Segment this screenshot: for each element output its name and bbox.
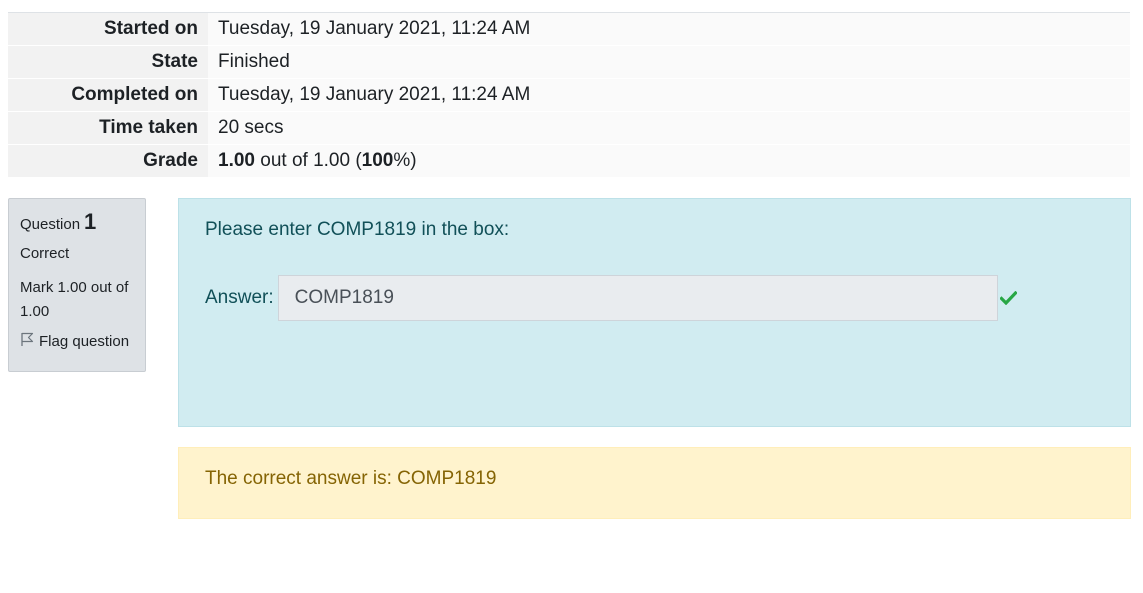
question-number-label: Question [20, 216, 81, 233]
question-state: Correct [20, 245, 70, 262]
grade-score: 1.00 [218, 150, 255, 171]
flag-question-label: Flag question [39, 333, 130, 350]
attempt-summary-table: Started on Tuesday, 19 January 2021, 11:… [8, 12, 1130, 178]
question-mark: Mark 1.00 out of 1.00 [20, 279, 129, 320]
question-number: Question 1 [20, 209, 135, 239]
question-content: Please enter COMP1819 in the box: Answer… [178, 198, 1131, 427]
summary-row-state: State Finished [8, 45, 1130, 79]
summary-row-completed: Completed on Tuesday, 19 January 2021, 1… [8, 78, 1130, 112]
summary-label: Grade [8, 144, 208, 178]
summary-row-grade: Grade 1.00 out of 1.00 (100%) [8, 144, 1130, 178]
summary-value: Finished [208, 45, 1130, 79]
summary-value: Tuesday, 19 January 2021, 11:24 AM [208, 78, 1130, 112]
summary-row-time-taken: Time taken 20 secs [8, 111, 1130, 145]
summary-value: 20 secs [208, 111, 1130, 145]
question-number-value: 1 [84, 209, 97, 234]
answer-row: Answer: [205, 275, 1018, 321]
summary-value: Tuesday, 19 January 2021, 11:24 AM [208, 12, 1130, 46]
flag-icon [20, 332, 39, 351]
flag-question-button[interactable]: Flag question [20, 332, 135, 351]
answer-label: Answer: [205, 287, 274, 308]
grade-percent: 100 [361, 150, 394, 171]
question-text: Please enter COMP1819 in the box: [205, 219, 510, 240]
summary-label: Completed on [8, 78, 208, 112]
summary-label: State [8, 45, 208, 79]
question-info-panel: Question 1 Correct Mark 1.00 out of 1.00… [8, 198, 146, 372]
correct-answer-feedback: The correct answer is: COMP1819 [178, 447, 1131, 519]
grade-value: 1.00 out of 1.00 (100%) [208, 144, 1130, 178]
grade-out-of: out of 1.00 ( [254, 150, 362, 171]
summary-label: Time taken [8, 111, 208, 145]
summary-row-started: Started on Tuesday, 19 January 2021, 11:… [8, 12, 1130, 46]
grade-percent-suffix: %) [393, 150, 417, 171]
answer-input[interactable] [277, 275, 998, 321]
check-icon [1000, 289, 1018, 307]
summary-label: Started on [8, 12, 208, 46]
